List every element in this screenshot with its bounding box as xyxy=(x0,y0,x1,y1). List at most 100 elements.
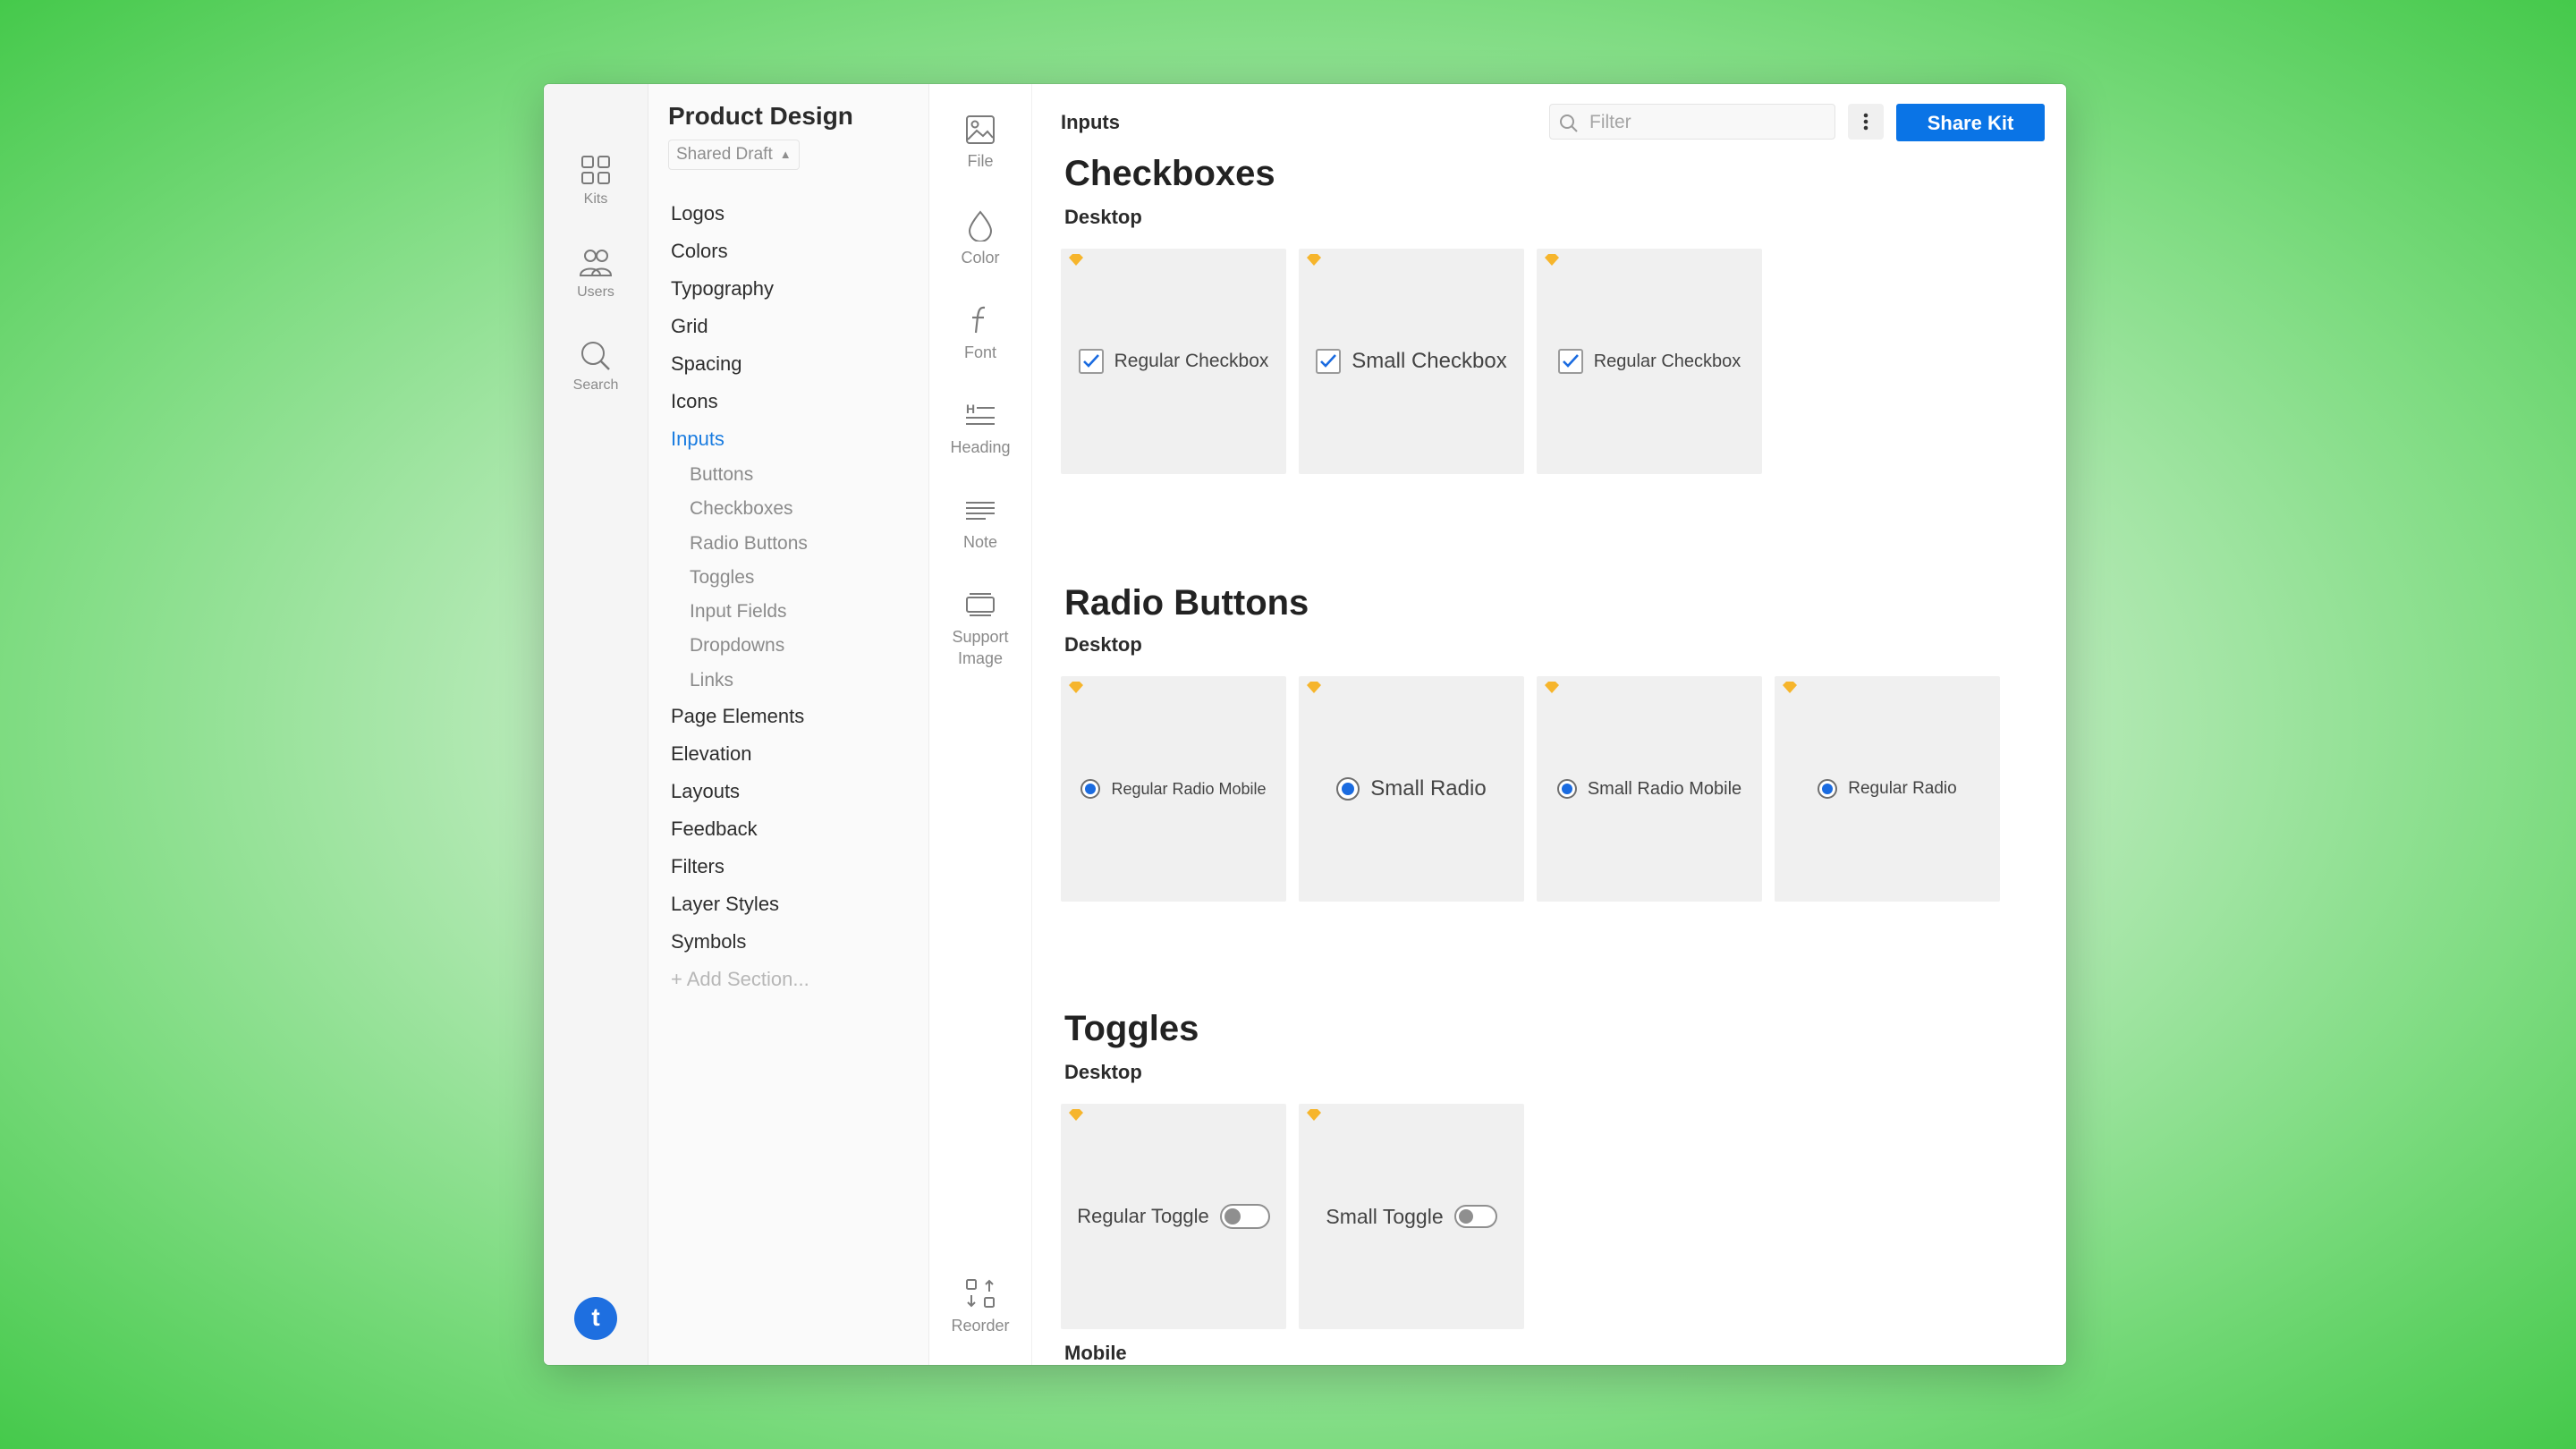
share-kit-button[interactable]: Share Kit xyxy=(1896,104,2045,141)
rail-users[interactable]: Users xyxy=(544,247,648,301)
nav-sub-toggles[interactable]: Toggles xyxy=(671,561,921,595)
radio-buttons-subtitle: Desktop xyxy=(1064,633,1142,656)
toggles-title: Toggles xyxy=(1064,1009,1199,1048)
kits-icon xyxy=(581,156,610,184)
card-label: Small Radio xyxy=(1370,776,1487,801)
component-card[interactable]: Regular Radio Mobile xyxy=(1061,676,1286,902)
radio-selected[interactable] xyxy=(1556,779,1577,799)
nav-sub-radio-buttons[interactable]: Radio Buttons xyxy=(671,527,921,561)
card-label: Regular Toggle xyxy=(1077,1205,1209,1227)
layers-icon xyxy=(966,593,995,616)
gem-icon xyxy=(1783,682,1797,693)
gem-icon xyxy=(1307,254,1321,266)
rail-kits[interactable]: Kits xyxy=(544,154,648,208)
more-options-button[interactable] xyxy=(1848,104,1884,140)
nav-item-icons[interactable]: Icons xyxy=(671,383,921,420)
toggle-off[interactable] xyxy=(1219,1204,1270,1229)
users-icon xyxy=(579,250,613,276)
icon-rail: Kits Users Search t xyxy=(544,84,648,1365)
component-card[interactable]: Small Checkbox xyxy=(1299,249,1524,474)
avatar[interactable]: t xyxy=(574,1297,617,1340)
add-section-button[interactable]: + Add Section... xyxy=(671,961,921,998)
check-icon xyxy=(1320,354,1337,368)
nav-item-typography[interactable]: Typography xyxy=(671,270,921,308)
main-content: Inputs Share Kit Checkboxes Desktop Regu… xyxy=(1032,84,2066,1365)
checkbox-checked[interactable] xyxy=(1078,349,1104,374)
section-nav: Logos Colors Typography Grid Spacing Ico… xyxy=(671,195,921,998)
nav-item-layouts[interactable]: Layouts xyxy=(671,773,921,810)
plus-icon: + xyxy=(671,968,687,991)
vertical-ellipsis-icon xyxy=(1863,113,1868,131)
radio-buttons-title: Radio Buttons xyxy=(1064,583,1309,623)
mobile-subtitle: Mobile xyxy=(1064,1342,1127,1364)
radio-selected[interactable] xyxy=(1080,779,1101,799)
search-icon xyxy=(581,342,610,370)
nav-item-page-elements[interactable]: Page Elements xyxy=(671,698,921,735)
radio-selected[interactable] xyxy=(1336,777,1360,801)
component-card[interactable]: Regular Checkbox xyxy=(1061,249,1286,474)
tool-file-label: File xyxy=(967,152,994,170)
checkbox-checked[interactable] xyxy=(1316,349,1342,374)
nav-item-grid[interactable]: Grid xyxy=(671,308,921,345)
rail-users-label: Users xyxy=(577,284,614,300)
component-card[interactable]: Regular Toggle xyxy=(1061,1104,1286,1329)
tool-note[interactable]: Note xyxy=(929,494,1031,553)
nav-item-spacing[interactable]: Spacing xyxy=(671,345,921,383)
tool-note-label: Note xyxy=(962,533,998,551)
gem-icon xyxy=(1069,254,1083,266)
rail-search-label: Search xyxy=(572,377,619,393)
gem-icon xyxy=(1545,254,1559,266)
component-card[interactable]: Small Radio Mobile xyxy=(1537,676,1762,902)
nav-item-logos[interactable]: Logos xyxy=(671,195,921,233)
nav-item-colors[interactable]: Colors xyxy=(671,233,921,270)
nav-sub-buttons[interactable]: Buttons xyxy=(671,458,921,492)
check-icon xyxy=(1082,354,1099,368)
filter-input[interactable] xyxy=(1588,108,1824,137)
tool-reorder-label: Reorder xyxy=(951,1317,1010,1335)
component-card[interactable]: Regular Radio xyxy=(1775,676,2000,902)
heading-icon: H xyxy=(966,402,995,425)
component-card[interactable]: Small Toggle xyxy=(1299,1104,1524,1329)
nav-item-elevation[interactable]: Elevation xyxy=(671,735,921,773)
tool-support-image[interactable]: Support Image xyxy=(929,589,1031,669)
tool-heading[interactable]: H Heading xyxy=(929,399,1031,458)
image-icon xyxy=(966,115,995,144)
component-card[interactable]: Regular Checkbox xyxy=(1537,249,1762,474)
tool-font[interactable]: Font xyxy=(929,304,1031,363)
tool-heading-label: Heading xyxy=(950,438,1011,456)
rail-search[interactable]: Search xyxy=(544,340,648,394)
tool-support-label-2: Image xyxy=(957,649,1004,667)
card-label: Regular Checkbox xyxy=(1593,351,1741,371)
card-label: Small Toggle xyxy=(1326,1204,1444,1228)
card-label: Small Radio Mobile xyxy=(1587,778,1742,799)
draft-selector[interactable]: Shared Draft ▲ xyxy=(668,140,800,170)
nav-sub-dropdowns[interactable]: Dropdowns xyxy=(671,629,921,663)
tool-file[interactable]: File xyxy=(929,114,1031,172)
project-title: Product Design xyxy=(668,102,853,130)
gem-icon xyxy=(1545,682,1559,693)
font-icon xyxy=(972,306,986,334)
checkboxes-subtitle: Desktop xyxy=(1064,206,1142,228)
up-down-arrows-icon: ▲ xyxy=(779,148,792,161)
gem-icon xyxy=(1307,1109,1321,1121)
filter-search-icon xyxy=(1560,114,1578,132)
nav-item-inputs[interactable]: Inputs xyxy=(671,420,921,458)
card-label: Regular Radio xyxy=(1848,779,1957,798)
tool-support-label-1: Support xyxy=(952,628,1009,646)
nav-item-feedback[interactable]: Feedback xyxy=(671,810,921,848)
draft-label: Shared Draft xyxy=(676,145,773,165)
radio-selected[interactable] xyxy=(1818,779,1838,799)
nav-item-symbols[interactable]: Symbols xyxy=(671,923,921,961)
reorder-icon xyxy=(966,1279,995,1308)
tool-color[interactable]: Color xyxy=(929,209,1031,268)
toggle-off[interactable] xyxy=(1453,1205,1497,1228)
checkbox-checked[interactable] xyxy=(1557,349,1583,374)
tools-column: File Color Font H Heading Note Support I… xyxy=(929,84,1032,1365)
nav-sub-checkboxes[interactable]: Checkboxes xyxy=(671,492,921,526)
component-card[interactable]: Small Radio xyxy=(1299,676,1524,902)
nav-item-layer-styles[interactable]: Layer Styles xyxy=(671,886,921,923)
nav-sub-input-fields[interactable]: Input Fields xyxy=(671,595,921,629)
tool-reorder[interactable]: Reorder xyxy=(929,1277,1031,1336)
nav-sub-links[interactable]: Links xyxy=(671,664,921,698)
nav-item-filters[interactable]: Filters xyxy=(671,848,921,886)
